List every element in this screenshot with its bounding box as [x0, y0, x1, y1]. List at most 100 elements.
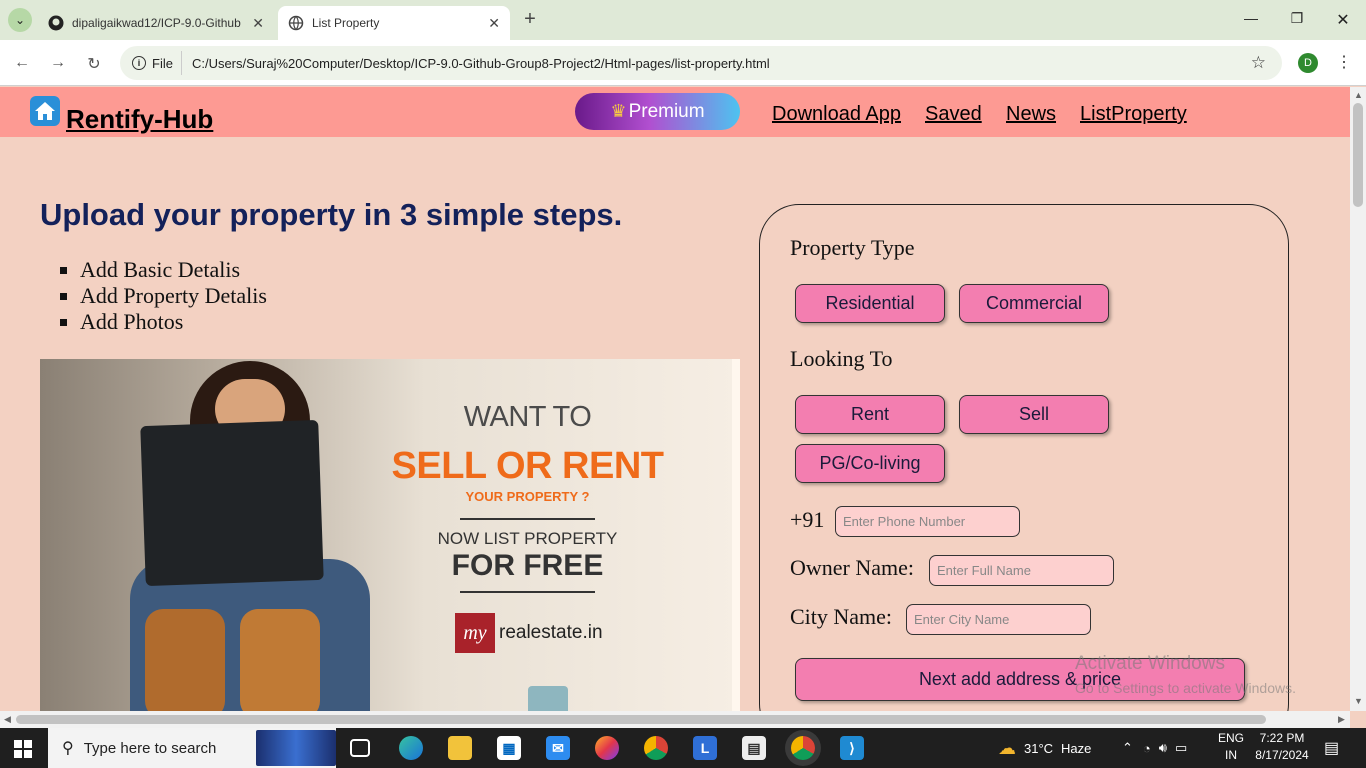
site-info-chip[interactable]: i File — [120, 51, 182, 75]
lenovo-app-icon[interactable]: L — [693, 736, 717, 760]
windows-start-icon[interactable] — [14, 740, 32, 758]
globe-icon — [288, 15, 304, 31]
chrome-profile-icon[interactable] — [791, 736, 815, 760]
phone-input[interactable]: Enter Phone Number — [835, 506, 1020, 537]
vscode-icon[interactable]: ⟩ — [840, 736, 864, 760]
address-bar-row: ← → ↻ i File C:/Users/Suraj%20Computer/D… — [0, 40, 1366, 86]
residential-button[interactable]: Residential — [795, 284, 945, 323]
premium-label: Premium — [628, 100, 705, 122]
scroll-down-arrow-icon[interactable]: ▼ — [1354, 696, 1363, 706]
browser-tab-strip: ⌄ dipaligaikwad12/ICP-9.0-Github ✕ List … — [0, 0, 1366, 40]
rent-button[interactable]: Rent — [795, 395, 945, 434]
step-item: Add Property Detalis — [80, 283, 267, 309]
scroll-right-arrow-icon[interactable]: ▶ — [1338, 714, 1345, 725]
watermark-subtitle: Go to Settings to activate Windows. — [1075, 680, 1296, 696]
pg-coliving-button[interactable]: PG/Co-living — [795, 444, 945, 483]
close-icon[interactable]: ✕ — [252, 15, 264, 32]
profile-avatar[interactable]: D — [1298, 53, 1318, 73]
site-logo[interactable]: Rentify-Hub — [30, 96, 213, 132]
weather-widget[interactable]: ☁ 31°C Haze — [998, 728, 1091, 768]
page-viewport: Rentify-Hub ♛ Premium Download App Saved… — [0, 87, 1350, 711]
commercial-button[interactable]: Commercial — [959, 284, 1109, 323]
language-indicator[interactable]: ENG IN — [1218, 730, 1244, 764]
volume-icon[interactable]: 🔊︎ — [1159, 740, 1167, 756]
crown-icon: ♛ — [610, 101, 627, 121]
search-highlight-image — [256, 730, 336, 766]
city-name-input[interactable]: Enter City Name — [906, 604, 1091, 635]
brand-name[interactable]: Rentify-Hub — [66, 106, 213, 132]
task-view-icon[interactable] — [350, 739, 370, 757]
watermark-title: Activate Windows — [1075, 653, 1225, 674]
firefox-icon[interactable] — [595, 736, 619, 760]
banner-divider — [460, 591, 595, 593]
owner-name-label: Owner Name: — [790, 555, 915, 580]
chevron-down-icon: ⌄ — [14, 13, 26, 27]
weather-haze-icon: ☁ — [998, 737, 1016, 758]
owner-name-input[interactable]: Enter Full Name — [929, 555, 1114, 586]
page-heading: Upload your property in 3 simple steps. — [40, 197, 623, 232]
activate-windows-watermark: Activate Windows Go to Settings to activ… — [1075, 652, 1296, 700]
close-window-button[interactable]: ✕ — [1333, 10, 1353, 30]
info-icon: i — [132, 56, 146, 70]
vertical-scrollbar[interactable]: ▲ ▼ — [1350, 87, 1366, 711]
new-tab-button[interactable]: + — [518, 8, 542, 31]
microsoft-store-icon[interactable]: ▦ — [497, 736, 521, 760]
windows-taskbar: ⚲ Type here to search ▦ ✉ L ▤ ⟩ ☁ 31°C H… — [0, 728, 1366, 768]
premium-button[interactable]: ♛ Premium — [575, 93, 740, 130]
close-icon[interactable]: ✕ — [488, 15, 500, 32]
weather-text: Haze — [1061, 740, 1092, 756]
tab-github[interactable]: dipaligaikwad12/ICP-9.0-Github ✕ — [38, 6, 274, 40]
mail-icon[interactable]: ✉ — [546, 736, 570, 760]
calculator-icon[interactable]: ▤ — [742, 736, 766, 760]
laptop-illustration — [140, 419, 324, 587]
banner-line: NOW LIST PROPERTY — [437, 529, 618, 548]
scrollbar-thumb[interactable] — [1353, 103, 1363, 207]
reload-button[interactable]: ↻ — [84, 54, 104, 74]
clock-date: 8/17/2024 — [1255, 748, 1309, 762]
horizontal-scrollbar[interactable]: ◀ ▶ — [0, 711, 1350, 728]
url-text[interactable]: C:/Users/Suraj%20Computer/Desktop/ICP-9.… — [192, 56, 770, 71]
lang-code: ENG — [1218, 731, 1245, 745]
tab-search-button[interactable]: ⌄ — [8, 8, 32, 32]
tab-list-property[interactable]: List Property ✕ — [278, 6, 510, 40]
nav-download-app[interactable]: Download App — [772, 103, 901, 126]
city-name-label: City Name: — [790, 604, 893, 629]
logo-mark: my — [455, 613, 495, 653]
file-explorer-icon[interactable] — [448, 736, 472, 760]
realestate-logo: my realestate.in — [455, 613, 603, 653]
nav-saved[interactable]: Saved — [925, 103, 982, 126]
mug-illustration — [528, 686, 568, 711]
shoe-illustration — [145, 609, 225, 711]
taskbar-search-box[interactable]: ⚲ Type here to search — [48, 728, 336, 768]
promo-banner-image: WANT TO SELL OR RENT YOUR PROPERTY ? NOW… — [40, 359, 740, 711]
restore-button[interactable]: ❐ — [1287, 10, 1307, 27]
nav-list-property[interactable]: ListProperty — [1080, 103, 1187, 126]
site-info-label: File — [152, 55, 173, 71]
steps-list: Add Basic Detalis Add Property Detalis A… — [80, 257, 267, 335]
omnibox[interactable]: i File C:/Users/Suraj%20Computer/Desktop… — [120, 46, 1282, 80]
minimize-button[interactable]: — — [1241, 10, 1261, 26]
nav-news[interactable]: News — [1006, 103, 1056, 126]
chevron-up-icon[interactable]: ⌃ — [1122, 740, 1133, 756]
search-placeholder: Type here to search — [83, 739, 217, 757]
weather-temp: 31°C — [1024, 740, 1054, 756]
banner-line: WANT TO — [463, 401, 592, 433]
scrollbar-thumb[interactable] — [16, 715, 1266, 724]
menu-kebab-icon[interactable]: ⋮ — [1336, 52, 1352, 72]
battery-icon[interactable]: ▭ — [1175, 740, 1187, 756]
star-icon[interactable]: ☆ — [1251, 53, 1266, 73]
step-item: Add Basic Detalis — [80, 257, 267, 283]
back-button[interactable]: ← — [12, 54, 32, 72]
sell-button[interactable]: Sell — [959, 395, 1109, 434]
forward-button[interactable]: → — [48, 54, 68, 72]
banner-line: YOUR PROPERTY ? — [465, 489, 590, 504]
scroll-left-arrow-icon[interactable]: ◀ — [4, 714, 11, 725]
property-type-label: Property Type — [790, 235, 915, 260]
edge-icon[interactable] — [399, 736, 423, 760]
looking-to-label: Looking To — [790, 346, 893, 371]
chrome-icon[interactable] — [644, 736, 668, 760]
wifi-icon[interactable]: ◔ — [1143, 741, 1151, 756]
taskbar-clock[interactable]: 7:22 PM 8/17/2024 — [1250, 730, 1314, 764]
scroll-up-arrow-icon[interactable]: ▲ — [1354, 90, 1363, 100]
notification-center-icon[interactable]: ▤ — [1324, 728, 1339, 768]
